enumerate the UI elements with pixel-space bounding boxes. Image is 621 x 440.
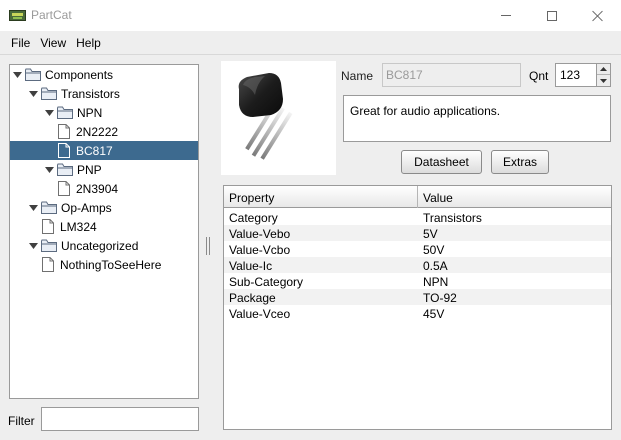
folder-icon <box>57 163 73 176</box>
property-cell: Value-Vebo <box>229 227 291 241</box>
triangle-down-icon[interactable] <box>28 203 38 213</box>
title-bar: PartCat <box>0 0 621 31</box>
value-cell: 0.5A <box>423 259 448 273</box>
decrement-button[interactable] <box>597 75 610 86</box>
part-image <box>221 61 336 175</box>
name-label: Name <box>341 69 374 83</box>
quantity-stepper[interactable]: 123 <box>555 63 611 87</box>
property-cell: Value-Ic <box>229 259 273 273</box>
file-icon <box>42 219 54 234</box>
minimize-button[interactable] <box>483 0 529 31</box>
tree-node-label: NothingToSeeHere <box>60 258 162 272</box>
filter-label: Filter <box>8 414 35 428</box>
column-header-value[interactable]: Value <box>418 186 611 208</box>
triangle-up-icon <box>600 67 607 71</box>
datasheet-button[interactable]: Datasheet <box>401 150 482 174</box>
triangle-down-icon[interactable] <box>44 165 54 175</box>
file-icon <box>42 257 54 272</box>
tree-node-label: 2N3904 <box>76 182 119 196</box>
table-row[interactable]: Category Transistors <box>224 209 611 225</box>
property-cell: Package <box>229 291 276 305</box>
tree-folder-node[interactable]: Components <box>10 65 198 84</box>
folder-icon <box>41 87 57 100</box>
value-cell: Transistors <box>423 211 482 225</box>
drag-handle-icon[interactable] <box>206 237 210 255</box>
tree-node-label: Op-Amps <box>61 201 112 215</box>
triangle-down-icon[interactable] <box>28 89 38 99</box>
column-header-property[interactable]: Property <box>224 186 418 208</box>
table-row[interactable]: Sub-Category NPN <box>224 273 611 289</box>
description-text-area[interactable]: Great for audio applications. <box>343 95 611 142</box>
component-tree[interactable]: Components Transistors NPN 2N2222 BC817 PNP 2N… <box>9 64 199 399</box>
tree-node-label: 2N2222 <box>76 125 119 139</box>
tree-node-label: NPN <box>77 106 103 120</box>
value-cell: NPN <box>423 275 449 289</box>
triangle-down-icon[interactable] <box>28 241 38 251</box>
table-row[interactable]: Value-Vcbo 50V <box>224 241 611 257</box>
tree-folder-node[interactable]: Op-Amps <box>10 198 198 217</box>
file-icon <box>58 124 70 139</box>
menu-view[interactable]: View <box>35 36 71 50</box>
file-icon <box>58 143 70 158</box>
property-cell: Value-Vcbo <box>229 243 291 257</box>
property-cell: Sub-Category <box>229 275 304 289</box>
folder-icon <box>41 201 57 214</box>
tree-folder-node[interactable]: Transistors <box>10 84 198 103</box>
main-content: Components Transistors NPN 2N2222 BC817 PNP 2N… <box>0 54 621 440</box>
app-icon <box>9 10 26 21</box>
split-pane-divider[interactable] <box>203 55 213 440</box>
table-row[interactable]: Value-Vebo 5V <box>224 225 611 241</box>
table-header: Property Value <box>224 186 611 208</box>
tree-leaf-node[interactable]: NothingToSeeHere <box>10 255 198 274</box>
quantity-value[interactable]: 123 <box>560 68 580 82</box>
table-row[interactable]: Value-Ic 0.5A <box>224 257 611 273</box>
menu-bar: File View Help <box>0 31 621 54</box>
tree-leaf-node[interactable]: 2N2222 <box>10 122 198 141</box>
tree-folder-node[interactable]: NPN <box>10 103 198 122</box>
folder-icon <box>25 68 41 81</box>
value-cell: 50V <box>423 243 445 257</box>
property-table[interactable]: Property Value Category Transistors Value-… <box>223 185 612 430</box>
maximize-button[interactable] <box>529 0 575 31</box>
tree-folder-node[interactable]: Uncategorized <box>10 236 198 255</box>
name-field[interactable]: BC817 <box>382 63 521 87</box>
close-icon <box>592 10 604 22</box>
minimize-icon <box>501 15 511 16</box>
table-row[interactable]: Package TO-92 <box>224 289 611 305</box>
tree-leaf-node[interactable]: 2N3904 <box>10 179 198 198</box>
tree-node-label: Uncategorized <box>61 239 139 253</box>
tree-node-label: Transistors <box>61 87 120 101</box>
tree-node-label: LM324 <box>60 220 97 234</box>
menu-help[interactable]: Help <box>71 36 106 50</box>
maximize-icon <box>547 10 557 21</box>
table-row[interactable]: Value-Vceo 45V <box>224 305 611 321</box>
tree-leaf-node[interactable]: BC817 <box>10 141 198 160</box>
extras-button[interactable]: Extras <box>491 150 549 174</box>
property-cell: Category <box>229 211 278 225</box>
property-cell: Value-Vceo <box>229 307 291 321</box>
tree-folder-node[interactable]: PNP <box>10 160 198 179</box>
value-cell: 5V <box>423 227 438 241</box>
folder-icon <box>57 106 73 119</box>
tree-node-label: BC817 <box>76 144 113 158</box>
tree-leaf-node[interactable]: LM324 <box>10 217 198 236</box>
value-cell: TO-92 <box>423 291 457 305</box>
quantity-label: Qnt <box>529 69 549 83</box>
file-icon <box>58 181 70 196</box>
increment-button[interactable] <box>597 64 610 75</box>
menu-file[interactable]: File <box>6 36 35 50</box>
tree-node-label: PNP <box>77 163 102 177</box>
window-title: PartCat <box>31 8 72 22</box>
tree-node-label: Components <box>45 68 114 82</box>
close-button[interactable] <box>575 0 621 31</box>
value-cell: 45V <box>423 307 445 321</box>
triangle-down-icon <box>600 78 607 83</box>
triangle-down-icon[interactable] <box>44 108 54 118</box>
triangle-down-icon[interactable] <box>12 70 22 80</box>
part-detail-panel: Name BC817 Qnt 123 Great for audio appli… <box>215 55 621 440</box>
folder-icon <box>41 239 57 252</box>
filter-input[interactable] <box>41 407 199 431</box>
spinner-buttons <box>596 64 610 86</box>
